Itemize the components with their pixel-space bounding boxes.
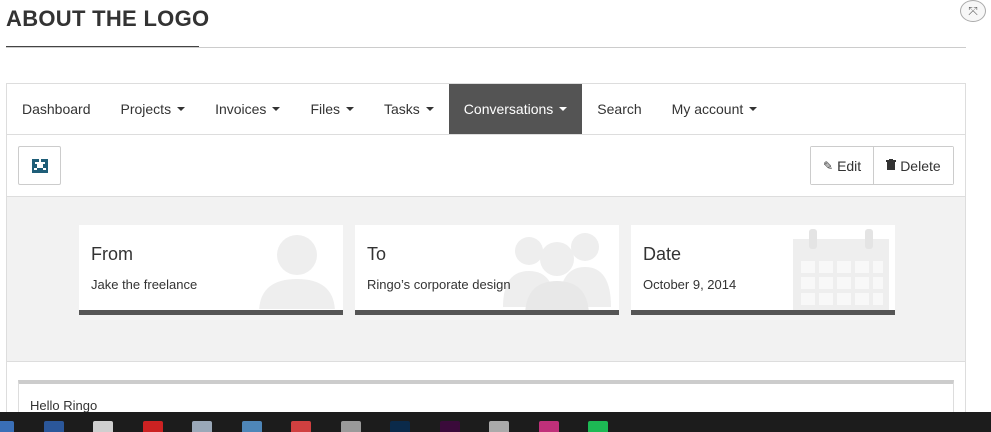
- date-card: Date October 9, 2014: [631, 225, 895, 315]
- edit-button[interactable]: ✎ Edit: [811, 147, 874, 184]
- nav-label: Conversations: [463, 101, 554, 117]
- from-label: From: [91, 244, 133, 264]
- nav-projects[interactable]: Projects: [106, 84, 201, 134]
- title-divider: [6, 47, 966, 48]
- nav-label: Invoices: [215, 101, 267, 117]
- main-navbar: Dashboard Projects Invoices Files Tasks …: [7, 84, 965, 135]
- dreamweaver-icon[interactable]: [439, 421, 460, 432]
- calculator-icon[interactable]: [241, 421, 262, 432]
- caret-down-icon: [177, 107, 186, 111]
- stats-area: From Jake the freelance To Ringo’s corpo…: [7, 197, 965, 362]
- delete-label: Delete: [900, 157, 941, 174]
- from-value: Jake the freelance: [91, 277, 198, 292]
- page-title: ABOUT THE LOGO: [6, 6, 210, 31]
- notepad-icon[interactable]: [93, 421, 113, 432]
- caret-down-icon: [425, 107, 434, 111]
- toolbar: ✎ Edit Delete: [7, 135, 965, 197]
- caret-down-icon: [559, 107, 568, 111]
- to-card: To Ringo’s corporate design: [355, 225, 619, 315]
- nav-tasks[interactable]: Tasks: [369, 84, 449, 134]
- spotify-icon[interactable]: [588, 421, 608, 432]
- trash-icon: [886, 158, 897, 173]
- clock-icon[interactable]: [291, 421, 311, 432]
- conversation-panel: Dashboard Projects Invoices Files Tasks …: [6, 83, 966, 430]
- nav-dashboard[interactable]: Dashboard: [7, 84, 106, 134]
- logo-icon: [31, 158, 48, 173]
- network-icon[interactable]: [340, 421, 361, 432]
- user-icon: [259, 235, 335, 309]
- nav-my-account[interactable]: My account: [657, 84, 773, 134]
- steam-icon[interactable]: [489, 421, 509, 432]
- nav-invoices[interactable]: Invoices: [200, 84, 295, 134]
- photoshop-icon[interactable]: [390, 421, 410, 432]
- nav-label: Projects: [120, 101, 172, 117]
- message-text: Hello Ringo: [30, 398, 98, 413]
- nav-label: Search: [597, 101, 642, 117]
- nav-search[interactable]: Search: [582, 84, 656, 134]
- expand-icon[interactable]: ⤧: [960, 0, 986, 22]
- app-pink-icon[interactable]: [538, 421, 559, 432]
- date-label: Date: [643, 244, 682, 264]
- tool-icon[interactable]: [192, 421, 212, 432]
- caret-down-icon: [346, 107, 354, 111]
- to-label: To: [367, 244, 387, 264]
- edit-icon: ✎: [823, 158, 834, 173]
- calendar-icon: [793, 229, 889, 310]
- logo-button[interactable]: [18, 146, 61, 185]
- nav-label: Dashboard: [22, 101, 91, 117]
- nav-label: My account: [671, 101, 744, 117]
- taskbar: [0, 412, 991, 432]
- caret-down-icon: [272, 107, 281, 111]
- word-icon[interactable]: [43, 421, 64, 432]
- delete-button[interactable]: Delete: [873, 147, 953, 184]
- app-icon[interactable]: [0, 421, 14, 432]
- nav-files[interactable]: Files: [295, 84, 369, 134]
- action-button-group: ✎ Edit Delete: [810, 146, 954, 185]
- from-card: From Jake the freelance: [79, 225, 343, 315]
- nav-conversations[interactable]: Conversations: [448, 84, 583, 134]
- nav-label: Tasks: [384, 101, 420, 117]
- nav-label: Files: [310, 101, 340, 117]
- users-icon: [503, 233, 611, 310]
- caret-down-icon: [749, 107, 758, 111]
- date-value: October 9, 2014: [643, 277, 737, 292]
- flash-icon[interactable]: [142, 421, 163, 432]
- edit-label: Edit: [837, 157, 862, 174]
- to-value: Ringo’s corporate design: [367, 277, 511, 292]
